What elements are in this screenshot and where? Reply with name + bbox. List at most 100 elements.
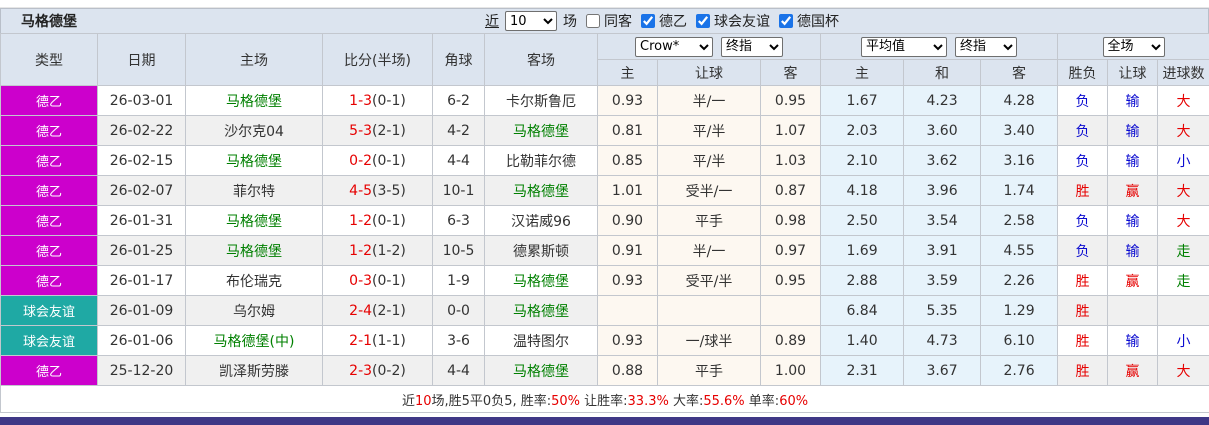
col-header-home: 主场 xyxy=(185,33,323,86)
fulltime-score: 2-4 xyxy=(349,302,373,319)
table-row: 球会友谊 26-01-06 马格德堡(中) 2-1(1-1) 3-6 温特图尔 0.93 一/… xyxy=(0,325,1209,356)
competition-badge: 德乙 xyxy=(0,355,98,386)
handicap-result: 赢 xyxy=(1107,265,1159,296)
fulltime-select[interactable]: 全场 xyxy=(1102,36,1165,57)
odds-home: 1.01 xyxy=(597,175,658,206)
match-date: 26-01-17 xyxy=(97,265,186,296)
corner-score: 4-2 xyxy=(432,115,485,146)
col-header-date: 日期 xyxy=(97,33,186,86)
winlose-result: 胜 xyxy=(1057,355,1109,386)
handicap-result: 赢 xyxy=(1107,175,1159,206)
filter-friendly-checkbox[interactable] xyxy=(696,14,710,28)
avg-home: 1.40 xyxy=(820,325,905,356)
home-team: 马格德堡 xyxy=(185,145,323,176)
match-date: 26-01-25 xyxy=(97,235,186,266)
col-header-odds-away: 客 xyxy=(759,59,822,86)
home-team: 乌尔姆 xyxy=(185,295,323,326)
goals-result: 小 xyxy=(1157,325,1209,356)
average-select[interactable]: 平均值 xyxy=(861,36,948,57)
avg-draw: 3.59 xyxy=(903,265,982,296)
odds-away: 1.00 xyxy=(759,355,822,386)
summary-text-part: 单率: xyxy=(744,393,780,409)
away-team: 马格德堡 xyxy=(484,295,598,326)
recent-count-select[interactable]: 10 xyxy=(505,11,557,31)
col-header-avg-draw: 和 xyxy=(903,59,982,86)
odds-handicap: 半/一 xyxy=(657,85,761,116)
winlose-result: 负 xyxy=(1057,85,1109,116)
avg-draw: 5.35 xyxy=(903,295,982,326)
corner-score: 0-0 xyxy=(432,295,485,326)
odds-handicap: 受平/半 xyxy=(657,265,761,296)
summary-text-part: 50% xyxy=(551,393,581,409)
home-team: 沙尔克04 xyxy=(185,115,323,146)
filter-cup-checkbox[interactable] xyxy=(779,14,793,28)
odds-away: 0.97 xyxy=(759,235,822,266)
same-away-label: 同客 xyxy=(604,14,632,30)
corner-score: 4-4 xyxy=(432,145,485,176)
fulltime-score: 0-3 xyxy=(349,272,373,289)
odds-stage-select[interactable]: 终指 xyxy=(721,36,784,57)
odds-home: 0.93 xyxy=(597,325,658,356)
avg-away: 3.16 xyxy=(980,145,1059,176)
away-team: 德累斯顿 xyxy=(484,235,598,266)
filter-friendly-label: 球会友谊 xyxy=(714,14,770,30)
winlose-result: 负 xyxy=(1057,235,1109,266)
match-score: 1-3(0-1) xyxy=(322,85,433,116)
match-table-body: 德乙 26-03-01 马格德堡 1-3(0-1) 6-2 卡尔斯鲁厄 0.93 半/一 0.9… xyxy=(0,85,1209,386)
avg-home: 2.10 xyxy=(820,145,905,176)
halftime-score: (3-5) xyxy=(372,182,406,199)
summary-text-part: 55.6% xyxy=(703,393,745,409)
avg-draw: 3.60 xyxy=(903,115,982,146)
match-date: 26-01-06 xyxy=(97,325,186,356)
competition-badge: 德乙 xyxy=(0,235,98,266)
col-header-avg-home: 主 xyxy=(820,59,905,86)
bottom-divider-bar xyxy=(0,417,1209,425)
odds-handicap: 平/半 xyxy=(657,145,761,176)
odds-handicap: 半/一 xyxy=(657,235,761,266)
away-team: 马格德堡 xyxy=(484,355,598,386)
halftime-score: (0-1) xyxy=(372,92,406,109)
home-team: 凯泽斯劳滕 xyxy=(185,355,323,386)
away-team: 卡尔斯鲁厄 xyxy=(484,85,598,116)
odds-handicap: 平手 xyxy=(657,205,761,236)
bookmaker-select[interactable]: Crow* xyxy=(635,36,714,57)
match-date: 25-12-20 xyxy=(97,355,186,386)
goals-result: 走 xyxy=(1157,265,1209,296)
avg-away: 1.74 xyxy=(980,175,1059,206)
table-row: 德乙 25-12-20 凯泽斯劳滕 2-3(0-2) 4-4 马格德堡 0.88 平手 1.00… xyxy=(0,355,1209,386)
odds-away xyxy=(759,295,822,326)
col-header-handicap-result: 让球 xyxy=(1107,59,1159,86)
avg-away: 1.29 xyxy=(980,295,1059,326)
recent-link[interactable]: 近 xyxy=(485,11,499,31)
odds-home: 0.85 xyxy=(597,145,658,176)
away-team: 马格德堡 xyxy=(484,115,598,146)
goals-result: 走 xyxy=(1157,235,1209,266)
avg-home: 2.31 xyxy=(820,355,905,386)
corner-score: 6-2 xyxy=(432,85,485,116)
goals-result: 大 xyxy=(1157,355,1209,386)
away-team: 温特图尔 xyxy=(484,325,598,356)
away-team: 汉诺威96 xyxy=(484,205,598,236)
avg-draw: 4.73 xyxy=(903,325,982,356)
avg-home: 4.18 xyxy=(820,175,905,206)
same-away-checkbox[interactable] xyxy=(586,14,600,28)
match-date: 26-02-15 xyxy=(97,145,186,176)
avg-away: 2.26 xyxy=(980,265,1059,296)
summary-text-part: 让胜率: xyxy=(580,393,628,409)
odds-away: 0.89 xyxy=(759,325,822,356)
filter-league-checkbox[interactable] xyxy=(641,14,655,28)
handicap-result: 输 xyxy=(1107,115,1159,146)
col-header-odds-home: 主 xyxy=(597,59,658,86)
odds-handicap: 平/半 xyxy=(657,115,761,146)
matches-label: 场 xyxy=(563,14,577,30)
halftime-score: (0-1) xyxy=(372,212,406,229)
winlose-result: 胜 xyxy=(1057,325,1109,356)
match-score: 2-4(2-1) xyxy=(322,295,433,326)
avg-home: 2.88 xyxy=(820,265,905,296)
average-stage-select[interactable]: 终指 xyxy=(955,36,1018,57)
match-score: 0-2(0-1) xyxy=(322,145,433,176)
corner-score: 10-1 xyxy=(432,175,485,206)
filter-league-label: 德乙 xyxy=(659,14,687,30)
match-date: 26-03-01 xyxy=(97,85,186,116)
fulltime-score: 2-3 xyxy=(349,362,373,379)
